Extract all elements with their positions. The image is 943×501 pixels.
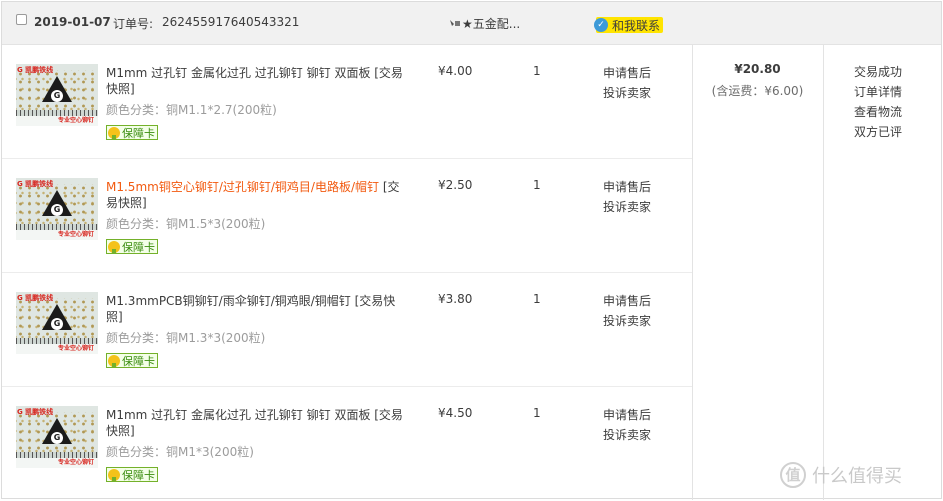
order-select-checkbox[interactable]: [16, 14, 27, 25]
order-total: ¥20.80: [734, 62, 781, 76]
product-title-text: M1.5mm铜空心铆钉/过孔铆钉/铜鸡目/电路板/帽钉: [106, 180, 379, 194]
product-title-link[interactable]: M1mm 过孔钉 金属化过孔 过孔铆钉 铆钉 双面板 [交易快照]: [106, 65, 406, 97]
product-title-link[interactable]: M1.5mm铜空心铆钉/过孔铆钉/铜鸡目/电路板/帽钉 [交易快照]: [106, 179, 406, 211]
unit-price: ¥3.80: [438, 292, 473, 306]
product-thumbnail[interactable]: G 凯鹏铁线 G 专业空心铆钉: [16, 64, 98, 126]
watermark: 值 什么值得买: [780, 462, 902, 488]
order-header: 2019-01-07 订单号: 262455917640543321 ★五金配.…: [2, 2, 941, 45]
guarantee-label: 保障卡: [122, 240, 155, 254]
unit-price: ¥2.50: [438, 178, 473, 192]
thumbnail-caption: 专业空心铆钉: [16, 116, 98, 126]
thumbnail-brand: G 凯鹏铁线: [17, 408, 54, 416]
guarantee-badge[interactable]: 保障卡: [106, 467, 158, 482]
contact-seller-label: 和我联系: [612, 18, 661, 33]
logo-mark: G: [51, 318, 63, 330]
quantity: 1: [533, 292, 541, 306]
view-logistics-link[interactable]: 查看物流: [854, 103, 902, 120]
order-details-link[interactable]: 订单详情: [854, 83, 902, 100]
quantity: 1: [533, 406, 541, 420]
thumbnail-brand: G 凯鹏铁线: [17, 66, 54, 74]
unit-price: ¥4.50: [438, 406, 473, 420]
product-thumbnail[interactable]: G 凯鹏铁线 G 专业空心铆钉: [16, 406, 98, 468]
logo-mark: G: [51, 432, 63, 444]
order-date: 2019-01-07: [34, 15, 111, 29]
after-sale-link[interactable]: 申请售后: [603, 178, 651, 195]
thumbnail-brand: G 凯鹏铁线: [17, 180, 54, 188]
order-number-label: 订单号:: [113, 17, 154, 31]
product-thumbnail[interactable]: G 凯鹏铁线 G 专业空心铆钉: [16, 292, 98, 354]
logo-mark: G: [51, 204, 63, 216]
flower-icon: [108, 354, 120, 368]
after-sale-link[interactable]: 申请售后: [603, 292, 651, 309]
thumbnail-caption: 专业空心铆钉: [16, 344, 98, 354]
flower-icon: [108, 240, 120, 254]
guarantee-label: 保障卡: [122, 468, 155, 482]
after-sale-link[interactable]: 申请售后: [603, 406, 651, 423]
thumbnail-caption: 专业空心铆钉: [16, 230, 98, 240]
quantity: 1: [533, 178, 541, 192]
guarantee-label: 保障卡: [122, 354, 155, 368]
flower-icon: [108, 468, 120, 482]
trade-status: 交易成功: [854, 65, 903, 79]
unit-price: ¥4.00: [438, 64, 473, 78]
product-title-link[interactable]: M1.3mmPCB铜铆钉/雨伞铆钉/铜鸡眼/铜帽钉 [交易快照]: [106, 293, 406, 325]
flower-icon: [108, 126, 120, 140]
product-sku: 颜色分类：铜M1.3*3(200粒): [106, 331, 266, 345]
product-title-link[interactable]: M1mm 过孔钉 金属化过孔 过孔铆钉 铆钉 双面板 [交易快照]: [106, 407, 406, 439]
quantity: 1: [533, 64, 541, 78]
after-sale-link[interactable]: 申请售后: [603, 64, 651, 81]
order-item-row: G 凯鹏铁线 G 专业空心铆钉 M1mm 过孔钉 金属化过孔 过孔铆钉 铆钉 双…: [2, 45, 692, 159]
product-sku: 颜色分类：铜M1.1*2.7(200粒): [106, 103, 277, 117]
complain-seller-link[interactable]: 投诉卖家: [603, 426, 651, 443]
order-item-row: G 凯鹏铁线 G 专业空心铆钉 M1.3mmPCB铜铆钉/雨伞铆钉/铜鸡眼/铜帽…: [2, 273, 692, 387]
complain-seller-link[interactable]: 投诉卖家: [603, 84, 651, 101]
guarantee-badge[interactable]: 保障卡: [106, 353, 158, 368]
thumbnail-caption: 专业空心铆钉: [16, 458, 98, 468]
guarantee-badge[interactable]: 保障卡: [106, 125, 158, 140]
watermark-text: 什么值得买: [812, 466, 902, 487]
column-divider: [692, 45, 693, 500]
column-divider: [823, 45, 824, 500]
order-card: 2019-01-07 订单号: 262455917640543321 ★五金配.…: [1, 1, 942, 501]
guarantee-label: 保障卡: [122, 126, 155, 140]
order-number: 262455917640543321: [162, 15, 300, 29]
review-status-link[interactable]: 双方已评: [854, 123, 902, 140]
contact-seller-button[interactable]: ✓ 和我联系: [594, 17, 664, 33]
order-item-row: G 凯鹏铁线 G 专业空心铆钉 M1.5mm铜空心铆钉/过孔铆钉/铜鸡目/电路板…: [2, 159, 692, 273]
shop-icon: [450, 20, 460, 26]
order-item-row: G 凯鹏铁线 G 专业空心铆钉 M1mm 过孔钉 金属化过孔 过孔铆钉 铆钉 双…: [2, 387, 692, 501]
chat-icon: ✓: [594, 18, 608, 32]
thumbnail-brand: G 凯鹏铁线: [17, 294, 54, 302]
product-thumbnail[interactable]: G 凯鹏铁线 G 专业空心铆钉: [16, 178, 98, 240]
shop-name-link[interactable]: ★五金配...: [462, 15, 520, 32]
complain-seller-link[interactable]: 投诉卖家: [603, 312, 651, 329]
shipping-fee: (含运费：¥6.00): [711, 84, 804, 98]
product-sku: 颜色分类：铜M1.5*3(200粒): [106, 217, 266, 231]
watermark-logo-icon: 值: [780, 462, 806, 488]
guarantee-badge[interactable]: 保障卡: [106, 239, 158, 254]
logo-mark: G: [51, 90, 63, 102]
complain-seller-link[interactable]: 投诉卖家: [603, 198, 651, 215]
product-sku: 颜色分类：铜M1*3(200粒): [106, 445, 254, 459]
